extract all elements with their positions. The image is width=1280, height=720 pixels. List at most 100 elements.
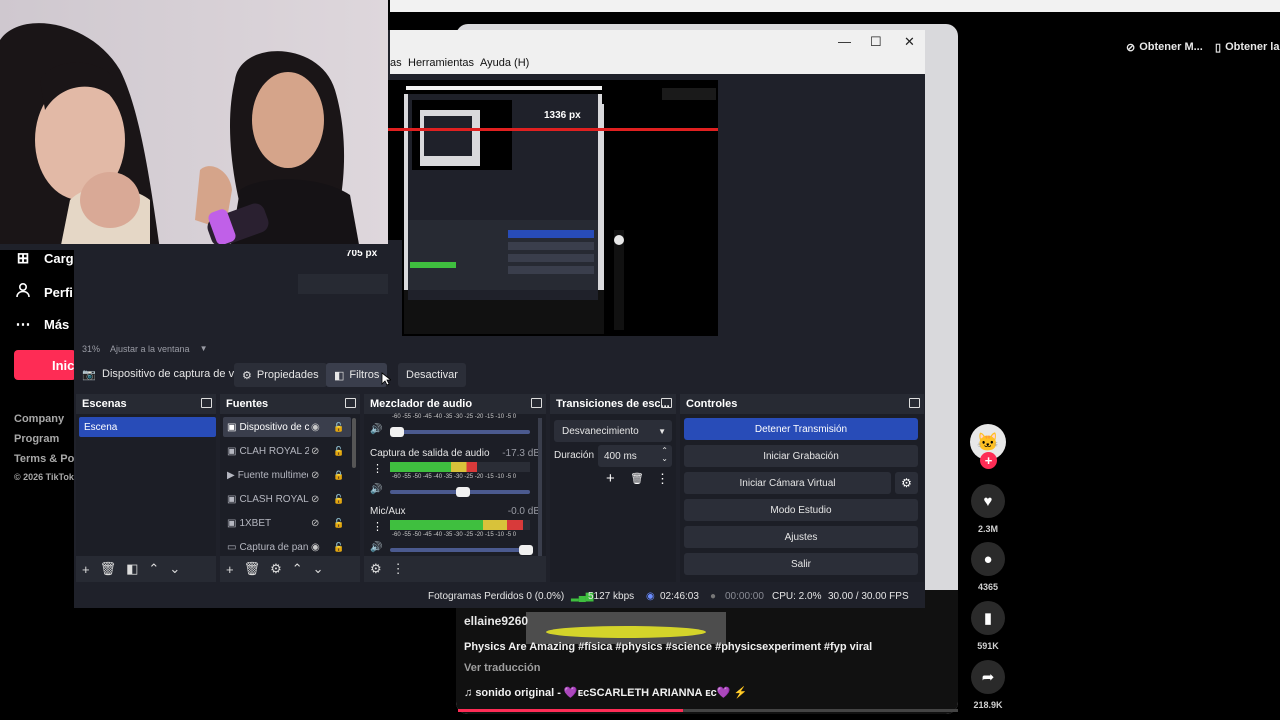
- volume-fader[interactable]: [390, 487, 530, 497]
- deactivate-button[interactable]: Desactivar: [398, 363, 466, 387]
- eye-icon[interactable]: ◉: [311, 542, 320, 553]
- heart-icon: ♥: [971, 484, 1005, 518]
- kebab-menu-icon[interactable]: ⋮: [656, 471, 669, 487]
- fader-knob[interactable]: [518, 545, 533, 555]
- eye-hidden-icon[interactable]: ⊘: [311, 494, 319, 505]
- translate-link[interactable]: Ver traducción: [464, 662, 540, 674]
- transitions-title: Transiciones de esc...: [556, 398, 670, 410]
- eye-hidden-icon[interactable]: ⊘: [311, 518, 319, 529]
- gear-icon[interactable]: ⚙: [270, 561, 282, 577]
- undock-icon[interactable]: [909, 398, 920, 408]
- kebab-menu-icon[interactable]: ⋮: [392, 561, 405, 577]
- chevron-down-icon[interactable]: ⌄: [169, 561, 180, 577]
- video-progress-bar[interactable]: [458, 709, 958, 712]
- eye-hidden-icon[interactable]: ⊘: [311, 470, 319, 481]
- minimize-icon[interactable]: —: [838, 34, 851, 49]
- login-button[interactable]: Inici: [14, 350, 78, 380]
- chevron-up-icon[interactable]: ⌃: [148, 561, 159, 577]
- trash-icon[interactable]: 🗑: [244, 561, 261, 577]
- fader-knob[interactable]: [390, 427, 404, 437]
- kebab-menu-icon[interactable]: ⋮: [372, 462, 383, 475]
- get-desktop-button[interactable]: ▯ Obtener la: [1215, 38, 1279, 56]
- maximize-icon[interactable]: ☐: [870, 34, 882, 50]
- zoom-mode[interactable]: Ajustar a la ventana: [110, 344, 190, 354]
- image-icon: ▣: [227, 493, 237, 505]
- studio-mode-button[interactable]: Modo Estudio: [684, 499, 918, 521]
- undock-icon[interactable]: [661, 398, 672, 408]
- unlock-icon[interactable]: 🔓: [333, 446, 344, 457]
- stop-streaming-button[interactable]: Detener Transmisión: [684, 418, 918, 440]
- start-virtual-camera-button[interactable]: Iniciar Cámara Virtual: [684, 472, 891, 494]
- undock-icon[interactable]: [531, 398, 542, 408]
- unlock-icon[interactable]: 🔓: [333, 542, 344, 553]
- close-icon[interactable]: ✕: [904, 34, 915, 50]
- footer-terms[interactable]: Terms & Pol: [14, 453, 77, 465]
- video-author[interactable]: ellaine9260: [464, 614, 528, 628]
- nav-profile[interactable]: Perfi: [14, 282, 73, 302]
- chevron-down-icon[interactable]: ⌄: [313, 561, 324, 577]
- mixer-scrollbar[interactable]: [538, 418, 542, 558]
- speaker-icon[interactable]: 🔊: [370, 542, 382, 553]
- nav-upload-label: Carg: [44, 250, 74, 266]
- menu-view-partial[interactable]: as: [390, 57, 402, 69]
- lock-icon[interactable]: 🔒: [333, 470, 344, 481]
- source-item[interactable]: ▣ 1XBET ⊘ 🔓: [223, 513, 351, 533]
- nav-more[interactable]: ⋯ Más: [14, 315, 70, 333]
- duration-spinbox[interactable]: 400 ms ⌃ ⌄: [598, 445, 672, 467]
- share-action[interactable]: ➦ 218.9K: [970, 660, 1006, 710]
- properties-button[interactable]: ⚙ Propiedades: [234, 363, 327, 387]
- source-item[interactable]: ▭ Captura de pan ◉ 🔓: [223, 537, 351, 557]
- eye-icon[interactable]: ◉: [311, 422, 320, 433]
- comment-action[interactable]: ● 4365: [970, 542, 1006, 592]
- bookmark-action[interactable]: ▮ 591K: [970, 601, 1006, 651]
- follow-plus-icon[interactable]: +: [980, 452, 997, 469]
- start-recording-button[interactable]: Iniciar Grabación: [684, 445, 918, 467]
- gear-icon[interactable]: ⚙: [370, 561, 382, 577]
- source-item[interactable]: ▣ CLASH ROYAL ⊘ 🔓: [223, 489, 351, 509]
- like-action[interactable]: ♥ 2.3M: [970, 484, 1006, 534]
- audio-mixer-dock: Mezclador de audio -60 -55 -50 -45 -40 -…: [364, 394, 546, 582]
- add-icon[interactable]: +: [606, 470, 615, 487]
- virtual-camera-settings-button[interactable]: ⚙: [895, 472, 918, 494]
- sound-link[interactable]: ♫ sonido original - 💜ᴇᴄSCARLETH ARIANNA …: [464, 686, 747, 699]
- footer-program[interactable]: Program: [14, 433, 59, 445]
- footer-company[interactable]: Company: [14, 413, 64, 425]
- exit-button[interactable]: Salir: [684, 553, 918, 575]
- settings-button[interactable]: Ajustes: [684, 526, 918, 548]
- volume-fader[interactable]: [390, 545, 533, 555]
- filter-icon[interactable]: ◧: [126, 561, 138, 577]
- undock-icon[interactable]: [201, 398, 212, 408]
- source-item[interactable]: ▶ Fuente multimedia ⊘ 🔒: [223, 465, 351, 485]
- trash-icon[interactable]: 🗑: [630, 472, 644, 485]
- level-meter: [390, 462, 530, 472]
- controls-dock-title: Controles: [680, 394, 924, 414]
- menu-help[interactable]: Ayuda (H): [480, 57, 529, 69]
- get-app-button[interactable]: ⊘ Obtener M...: [1126, 38, 1203, 56]
- add-icon[interactable]: +: [82, 562, 90, 577]
- add-icon[interactable]: +: [226, 562, 234, 577]
- speaker-icon[interactable]: 🔊: [370, 424, 382, 435]
- speaker-icon[interactable]: 🔊: [370, 484, 382, 495]
- menu-tools[interactable]: Herramientas: [408, 57, 474, 69]
- volume-fader[interactable]: [390, 427, 530, 437]
- kebab-menu-icon[interactable]: ⋮: [372, 520, 383, 533]
- nav-upload[interactable]: ⊞ Carg: [14, 249, 74, 267]
- filters-button[interactable]: ◧ Filtros: [326, 363, 388, 387]
- unlock-icon[interactable]: 🔓: [333, 518, 344, 529]
- chevron-up-icon[interactable]: ⌃: [292, 561, 303, 577]
- chevron-down-icon[interactable]: ▼: [200, 344, 208, 354]
- unlock-icon[interactable]: 🔓: [333, 494, 344, 505]
- source-item[interactable]: ▣ Dispositivo de c ◉ 🔓: [223, 417, 351, 437]
- chevron-down-icon[interactable]: ⌄: [661, 454, 668, 463]
- transition-select[interactable]: Desvanecimiento ▼: [554, 420, 672, 442]
- scene-item[interactable]: Escena: [79, 417, 216, 437]
- mixer-toolbar: ⚙ ⋮: [364, 556, 546, 582]
- video-progress-fill: [458, 709, 683, 712]
- sources-scrollbar[interactable]: [352, 418, 356, 468]
- eye-hidden-icon[interactable]: ⊘: [311, 446, 319, 457]
- undock-icon[interactable]: [345, 398, 356, 408]
- source-item[interactable]: ▣ CLAH ROYAL 2 ⊘ 🔓: [223, 441, 351, 461]
- unlock-icon[interactable]: 🔓: [333, 422, 344, 433]
- trash-icon[interactable]: 🗑: [100, 561, 117, 577]
- fader-knob[interactable]: [455, 487, 470, 497]
